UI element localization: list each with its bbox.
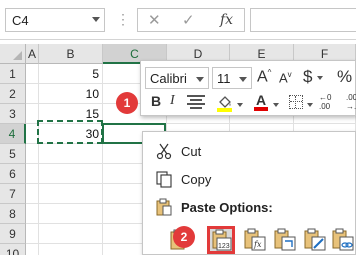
cell-b7[interactable] — [39, 184, 103, 204]
row-header-5[interactable]: 5 — [0, 144, 26, 164]
decrease-decimal-top: .00 — [346, 93, 356, 102]
formula-input[interactable] — [250, 8, 356, 32]
row-header-1[interactable]: 1 — [0, 64, 26, 84]
insert-function-icon[interactable]: fx — [220, 12, 233, 28]
svg-text:123: 123 — [218, 243, 230, 250]
cell-a2[interactable] — [26, 84, 39, 104]
cell-b5[interactable] — [39, 144, 103, 164]
italic-button[interactable]: I — [170, 93, 175, 109]
paste-values-button[interactable]: 123 — [207, 226, 235, 254]
cell-b4[interactable]: 30 — [39, 124, 103, 144]
cell-a5[interactable] — [26, 144, 39, 164]
chevron-down-icon[interactable] — [307, 103, 313, 107]
cell-b3[interactable]: 15 — [39, 104, 103, 124]
chevron-down-icon[interactable] — [317, 76, 323, 80]
formula-bar: C4 ⋮ ✕ ✓ fx — [0, 0, 356, 40]
column-header-a[interactable]: A — [26, 44, 39, 64]
font-size-dropdown[interactable]: 11 — [212, 67, 252, 89]
enter-icon[interactable]: ✓ — [182, 11, 195, 29]
menu-item-copy-label: Copy — [181, 172, 212, 187]
svg-text:fx: fx — [253, 240, 262, 249]
row-header-2[interactable]: 2 — [0, 84, 26, 104]
font-color-swatch — [254, 107, 268, 111]
formula-controls: ✕ ✓ fx — [137, 8, 245, 32]
column-header-b[interactable]: B — [39, 44, 103, 64]
cell-b10[interactable] — [39, 244, 103, 255]
cell-a7[interactable] — [26, 184, 39, 204]
paste-options-label: Paste Options: — [181, 200, 273, 215]
copy-icon — [156, 171, 172, 188]
name-box[interactable]: C4 — [5, 8, 105, 32]
percent-button[interactable]: % — [337, 67, 352, 87]
grow-font-icon: A — [257, 68, 268, 86]
align-center-icon[interactable] — [187, 95, 205, 111]
menu-item-cut[interactable]: Cut — [143, 138, 356, 164]
row-header-4[interactable]: 4 — [0, 124, 26, 144]
row-header-9[interactable]: 9 — [0, 224, 26, 244]
step-badge-2: 2 — [173, 226, 195, 248]
increase-decimal-top: ←0 — [319, 93, 332, 102]
bold-button[interactable]: B — [151, 93, 161, 109]
chevron-down-icon[interactable] — [239, 77, 247, 82]
decrease-decimal-bottom: →.0 — [346, 102, 356, 111]
cell-a3[interactable] — [26, 104, 39, 124]
paste-formatting-icon[interactable] — [301, 226, 329, 254]
cell-a1[interactable] — [26, 64, 39, 84]
font-color-button[interactable]: A — [251, 93, 271, 113]
cell-b1[interactable]: 5 — [39, 64, 103, 84]
font-name-value: Calibri — [150, 71, 187, 86]
shrink-font-icon: A — [279, 70, 288, 86]
fill-color-swatch — [217, 108, 232, 112]
cell-a6[interactable] — [26, 164, 39, 184]
chevron-down-icon[interactable] — [196, 77, 204, 82]
cell-a8[interactable] — [26, 204, 39, 224]
decrease-font-size-button[interactable]: Av — [279, 70, 292, 85]
decrease-decimal-button[interactable]: .00 →.0 — [346, 93, 356, 111]
more-options-icon: ⋮ — [116, 11, 131, 27]
cell-a4[interactable] — [26, 124, 39, 144]
font-color-letter: A — [255, 92, 267, 108]
scissors-icon — [156, 143, 172, 160]
font-name-dropdown[interactable]: Calibri — [145, 67, 209, 89]
select-all-corner[interactable] — [0, 44, 26, 64]
paste-options-header: Paste Options: — [143, 194, 356, 220]
currency-button[interactable]: $ — [303, 67, 312, 87]
increase-decimal-button[interactable]: ←0 .00 — [319, 93, 331, 111]
step-badge-1: 1 — [116, 92, 138, 114]
cell-b6[interactable] — [39, 164, 103, 184]
chevron-down-icon[interactable] — [273, 103, 279, 107]
row-header-10[interactable]: 10 — [0, 244, 26, 255]
paste-icon — [156, 198, 172, 216]
chevron-down-icon[interactable] — [92, 17, 100, 22]
font-size-value: 11 — [217, 71, 231, 86]
paste-transpose-icon[interactable] — [271, 226, 299, 254]
cell-a10[interactable] — [26, 244, 39, 255]
increase-decimal-bottom: .00 — [319, 102, 331, 111]
menu-item-cut-label: Cut — [181, 144, 202, 159]
paste-link-icon[interactable] — [329, 226, 356, 254]
paste-formulas-icon[interactable]: fx — [241, 226, 269, 254]
chevron-down-icon[interactable] — [237, 103, 243, 107]
name-box-value: C4 — [12, 13, 29, 28]
row-header-3[interactable]: 3 — [0, 104, 26, 124]
paste-values-icon: 123 — [212, 229, 232, 251]
cell-b9[interactable] — [39, 224, 103, 244]
row-header-6[interactable]: 6 — [0, 164, 26, 184]
cell-a9[interactable] — [26, 224, 39, 244]
fill-color-icon[interactable] — [215, 93, 235, 113]
borders-icon[interactable] — [289, 95, 303, 109]
mini-toolbar: Calibri 11 A^ Av $ % B I A ←0 .00 .00 →.… — [140, 60, 356, 116]
row-header-7[interactable]: 7 — [0, 184, 26, 204]
increase-font-size-button[interactable]: A^ — [257, 68, 271, 86]
menu-item-copy[interactable]: Copy — [143, 166, 356, 192]
select-all-icon — [13, 51, 22, 60]
cell-b8[interactable] — [39, 204, 103, 224]
cell-b2[interactable]: 10 — [39, 84, 103, 104]
cancel-icon[interactable]: ✕ — [148, 11, 161, 29]
row-header-8[interactable]: 8 — [0, 204, 26, 224]
